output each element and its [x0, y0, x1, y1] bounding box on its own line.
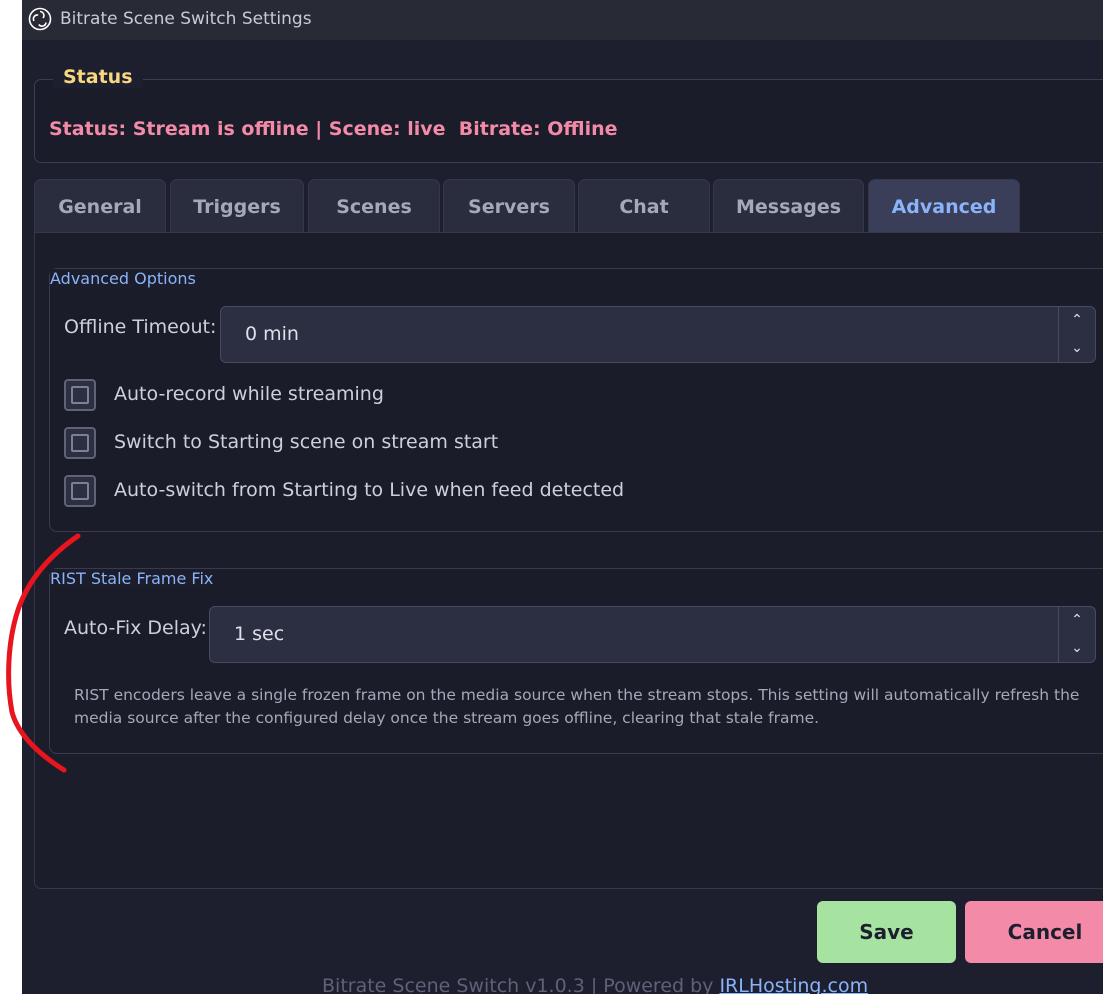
red-annotation-stroke — [6, 533, 81, 773]
